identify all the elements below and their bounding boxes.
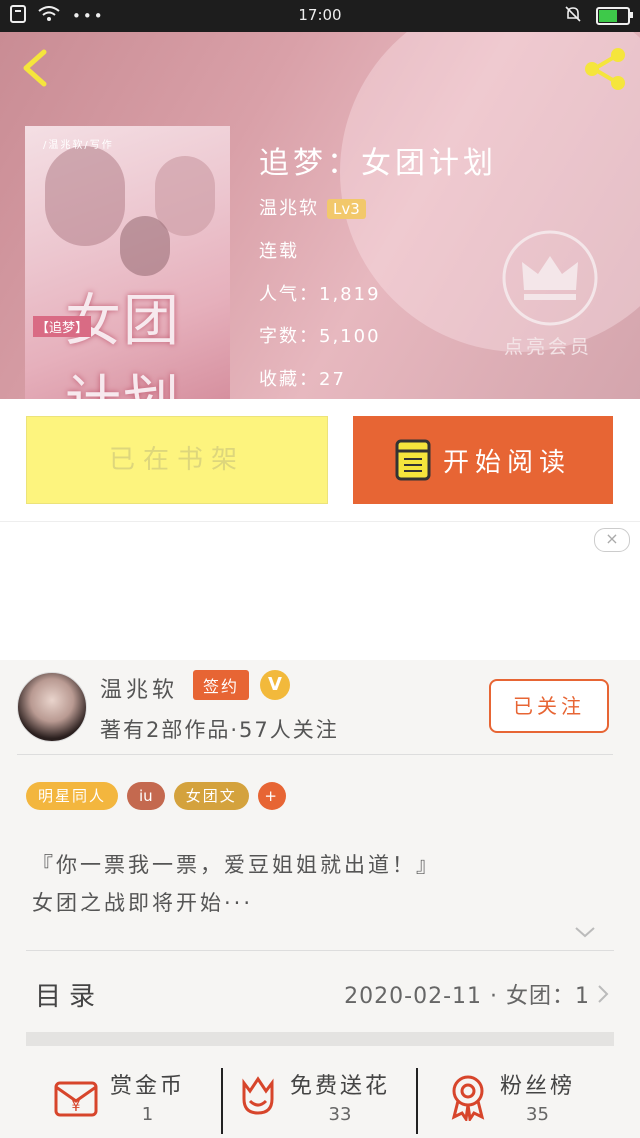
- tag-item[interactable]: 女团文: [173, 782, 249, 810]
- flower-label: 免费送花: [290, 1074, 391, 1099]
- divider: [17, 754, 613, 755]
- vip-button[interactable]: [500, 228, 600, 328]
- tag-item[interactable]: 明星同人: [26, 782, 119, 810]
- author-stats: 著有2部作品·57人关注: [100, 718, 339, 742]
- cover-top-tag: /温兆软/写作: [43, 140, 114, 151]
- follow-button[interactable]: 已关注: [489, 679, 609, 733]
- book-intro: 『你一票我一票，爱豆姐姐就出道！』 女团之战即将开始···: [32, 846, 612, 922]
- divider: [26, 950, 614, 951]
- reward-count: 1: [141, 1104, 154, 1125]
- red-envelope-icon: ¥: [54, 1081, 98, 1116]
- signed-badge: 签约: [193, 670, 250, 700]
- book-cover[interactable]: /温兆软/写作 女团计划 【追梦】: [25, 126, 230, 399]
- author-name[interactable]: 温兆软: [100, 672, 178, 704]
- cover-figure: [45, 146, 125, 246]
- level-badge: Lv3: [327, 199, 366, 219]
- divider: [416, 1068, 418, 1134]
- verified-badge: V: [260, 670, 290, 700]
- fans-count: 35: [526, 1104, 549, 1125]
- ad-area: ×: [0, 521, 640, 660]
- word-count: 字数：5,100: [259, 326, 381, 347]
- crown-icon: [502, 230, 598, 326]
- start-reading-button[interactable]: 开始阅读: [353, 416, 613, 504]
- status-time: 17:00: [298, 6, 342, 24]
- cover-figure: [120, 216, 170, 276]
- add-tag-button[interactable]: +: [257, 782, 286, 810]
- intro-line: 女团之战即将开始···: [32, 891, 254, 915]
- medal-icon: [451, 1075, 485, 1121]
- cover-title: 女团计划: [65, 289, 181, 399]
- tag-item[interactable]: iu: [127, 782, 165, 810]
- popularity: 人气：1,819: [259, 284, 381, 305]
- cover-subtitle: 【追梦】: [33, 316, 92, 337]
- status-right-icons: [564, 5, 633, 27]
- flower-icon: [242, 1075, 274, 1115]
- author-line: 温兆软 Lv3: [259, 194, 366, 220]
- hero-author-name[interactable]: 温兆软: [259, 198, 319, 219]
- fan-ranking-button[interactable]: 粉丝榜 35: [446, 1068, 575, 1125]
- avatar[interactable]: [17, 672, 87, 742]
- status-bar: ••• 17:00: [0, 0, 640, 32]
- mute-icon: [564, 5, 582, 27]
- send-flower-button[interactable]: 免费送花 33: [236, 1068, 390, 1125]
- back-arrow-icon: [23, 49, 47, 87]
- intro-line: 『你一票我一票，爱豆姐姐就出道！』: [32, 853, 440, 877]
- book-status: 连载: [259, 241, 299, 262]
- reward-label: 赏金币: [110, 1074, 186, 1099]
- expand-intro-button[interactable]: [574, 924, 596, 940]
- catalog-label[interactable]: 目录: [35, 976, 103, 1013]
- fans-label: 粉丝榜: [500, 1074, 576, 1099]
- latest-chapter: 2020-02-11 · 女团：1: [344, 984, 590, 1009]
- svg-text:¥: ¥: [72, 1099, 81, 1115]
- section-separator: [26, 1032, 614, 1046]
- divider: [221, 1068, 223, 1134]
- start-reading-label: 开始阅读: [442, 447, 571, 478]
- share-icon: [585, 48, 625, 90]
- ad-close-button[interactable]: ×: [594, 528, 630, 552]
- favorites: 收藏：27: [259, 369, 346, 390]
- book-icon: [395, 439, 431, 481]
- tag-list: 明星同人 iu 女团文 +: [26, 782, 286, 810]
- in-shelf-button[interactable]: 已在书架: [26, 416, 328, 504]
- vip-label[interactable]: 点亮会员: [504, 332, 592, 359]
- share-button[interactable]: [580, 44, 630, 94]
- battery-icon: [596, 7, 633, 25]
- book-title: 追梦：女团计划: [259, 146, 497, 181]
- book-hero: /温兆软/写作 女团计划 【追梦】 追梦：女团计划 温兆软 Lv3 连载 人气：1…: [0, 32, 640, 399]
- reward-coins-button[interactable]: ¥ 赏金币 1: [52, 1068, 185, 1125]
- action-buttons: 已在书架 开始阅读: [0, 399, 640, 521]
- chevron-down-icon: [575, 927, 595, 938]
- catalog-latest[interactable]: 2020-02-11 · 女团：1: [344, 978, 610, 1010]
- flower-count: 33: [328, 1104, 352, 1125]
- bottom-bar: ¥ 赏金币 1 免费送花 33 粉丝榜 35: [0, 1062, 640, 1138]
- back-button[interactable]: [14, 46, 58, 90]
- chevron-right-icon: [598, 985, 609, 1003]
